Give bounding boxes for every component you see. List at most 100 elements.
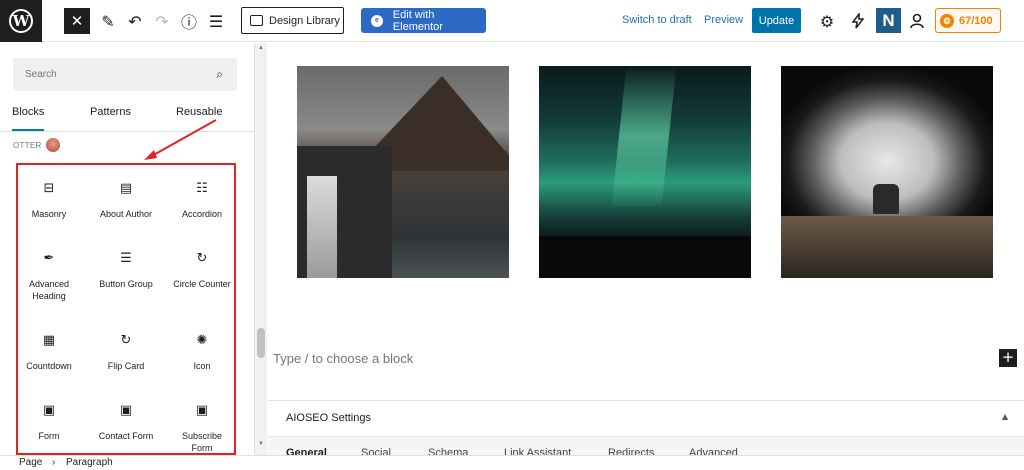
block-label: Accordion	[181, 209, 223, 219]
accessibility-button[interactable]	[905, 9, 929, 33]
editor-top-bar: W ✕ ✎ ↶ ↷ ⓘ ☰ Design Library e Edit with…	[0, 0, 1024, 42]
scrollbar-thumb[interactable]	[257, 328, 265, 358]
n-plugin-button[interactable]: N	[876, 8, 901, 33]
design-library-button[interactable]: Design Library	[241, 7, 344, 34]
waterfall-shape	[307, 176, 337, 278]
sea-stack-shape	[873, 184, 899, 214]
block-label: Icon	[193, 361, 211, 371]
tab-blocks[interactable]: Blocks	[12, 106, 45, 131]
aioseo-icon: ⚙	[940, 13, 954, 28]
redo-button[interactable]: ↷	[150, 9, 174, 33]
person-icon	[910, 13, 924, 29]
inserter-tabs: Blocks Patterns Reusable	[0, 104, 254, 132]
block-inserter-panel: ⌕ Blocks Patterns Reusable OTTER ⊟ Mason…	[0, 43, 255, 455]
block-label: Countdown	[26, 361, 72, 371]
design-library-label: Design Library	[269, 14, 340, 27]
settings-button[interactable]: ⚙	[815, 9, 839, 33]
block-label: Advanced Heading	[28, 279, 70, 301]
search-icon: ⌕	[216, 67, 223, 81]
details-button[interactable]: ⓘ	[177, 9, 201, 33]
block-countdown[interactable]: ▦ Countdown	[14, 332, 84, 372]
block-flip-card[interactable]: ↻ Flip Card	[91, 332, 161, 372]
block-accordion[interactable]: ☷ Accordion	[167, 180, 237, 220]
block-label: Masonry	[31, 209, 67, 219]
wordpress-logo-icon: W	[9, 9, 33, 33]
block-label: Flip Card	[107, 361, 145, 371]
aurora-image[interactable]	[539, 66, 751, 278]
block-label: Form	[38, 431, 60, 441]
block-label: Contact Form	[98, 431, 154, 441]
block-contact-form[interactable]: ▣ Contact Form	[91, 402, 161, 442]
breadcrumb-separator-icon: ›	[52, 457, 56, 468]
preview-button[interactable]: Preview	[704, 14, 743, 26]
form-icon: ▣	[42, 403, 56, 418]
wordpress-logo-button[interactable]: W	[0, 0, 42, 42]
block-form[interactable]: ▣ Form	[14, 402, 84, 442]
editor-canvas: Type / to choose a block + AIOSEO Settin…	[268, 43, 1024, 456]
scroll-up-arrow-icon[interactable]: ▲	[258, 45, 264, 51]
lightning-icon	[851, 13, 865, 29]
breadcrumb-paragraph[interactable]: Paragraph	[66, 457, 113, 468]
ground-shape	[539, 236, 751, 278]
button-group-icon: ☰	[120, 251, 132, 266]
block-advanced-heading[interactable]: ✒ Advanced Heading	[14, 250, 84, 302]
block-label: About Author	[99, 209, 153, 219]
update-button[interactable]: Update	[752, 8, 801, 33]
block-label: Button Group	[99, 279, 153, 289]
category-label: OTTER	[13, 141, 42, 150]
performance-button[interactable]	[846, 9, 870, 33]
circle-counter-icon: ↻	[196, 251, 208, 266]
mountain-waterfall-image[interactable]	[297, 66, 509, 278]
breadcrumb: Page › Paragraph	[0, 455, 1024, 470]
subscribe-form-icon: ▣	[195, 403, 209, 418]
masonry-icon: ⊟	[43, 181, 55, 196]
undo-button[interactable]: ↶	[123, 9, 147, 33]
flip-card-icon: ↻	[120, 333, 132, 348]
block-label: Subscribe Form	[181, 431, 223, 453]
tab-patterns[interactable]: Patterns	[90, 106, 131, 118]
block-circle-counter[interactable]: ↻ Circle Counter	[167, 250, 237, 290]
block-about-author[interactable]: ▤ About Author	[91, 180, 161, 220]
block-button-group[interactable]: ☰ Button Group	[91, 250, 161, 290]
gear-icon: ⚙	[819, 11, 835, 31]
close-inserter-button[interactable]: ✕	[64, 8, 90, 34]
design-library-icon	[250, 15, 263, 26]
tab-reusable[interactable]: Reusable	[176, 106, 222, 118]
info-icon: ⓘ	[180, 13, 197, 32]
accordion-icon: ☷	[196, 181, 208, 196]
redo-icon: ↷	[155, 11, 169, 31]
undo-icon: ↶	[128, 11, 142, 31]
seo-score-badge[interactable]: ⚙ 67/100	[935, 8, 1001, 33]
advanced-heading-icon: ✒	[43, 251, 55, 266]
inserter-scrollbar[interactable]: ▲ ▼	[255, 43, 267, 455]
otter-avatar	[46, 138, 60, 152]
switch-to-draft-button[interactable]: Switch to draft	[622, 14, 692, 26]
pen-icon: ✎	[101, 11, 115, 31]
block-label: Circle Counter	[173, 279, 231, 289]
block-icon[interactable]: ✺ Icon	[167, 332, 237, 372]
aioseo-settings-title[interactable]: AIOSEO Settings	[286, 412, 371, 424]
edit-with-elementor-label: Edit with Elementor	[392, 8, 443, 33]
block-search-input[interactable]	[13, 58, 203, 91]
edit-with-elementor-button[interactable]: e Edit with Elementor	[361, 8, 486, 33]
list-view-button[interactable]: ☰	[204, 9, 228, 33]
icon-block-icon: ✺	[196, 333, 208, 348]
aioseo-tabs: General Social Schema Link Assistant Red…	[268, 436, 1024, 456]
collapse-caret-icon[interactable]: ▲	[1002, 412, 1008, 421]
beach-shape	[781, 216, 993, 278]
breadcrumb-page[interactable]: Page	[19, 457, 42, 468]
about-author-icon: ▤	[119, 181, 133, 196]
block-placeholder[interactable]: Type / to choose a block	[273, 351, 413, 366]
contact-form-icon: ▣	[119, 403, 133, 418]
block-subscribe-form[interactable]: ▣ Subscribe Form	[167, 402, 237, 454]
tools-pen-button[interactable]: ✎	[96, 9, 120, 33]
elementor-icon: e	[371, 14, 383, 27]
list-view-icon: ☰	[208, 11, 224, 31]
add-block-button[interactable]: +	[999, 349, 1017, 367]
close-icon: ✕	[70, 12, 84, 30]
block-masonry[interactable]: ⊟ Masonry	[14, 180, 84, 220]
scroll-down-arrow-icon[interactable]: ▼	[258, 441, 264, 447]
aurora-shape	[611, 66, 677, 206]
block-search: ⌕	[13, 58, 237, 91]
sea-cave-image[interactable]	[781, 66, 993, 278]
